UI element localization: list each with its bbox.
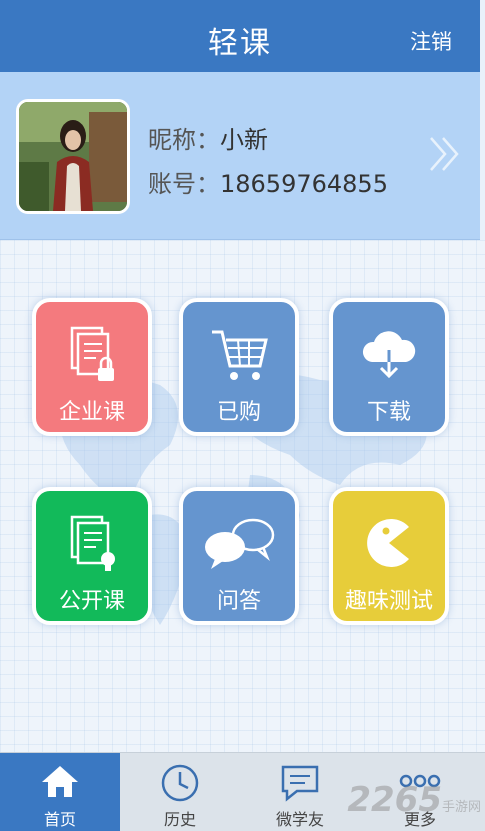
- account-label: 账号：: [148, 170, 220, 198]
- profile-card[interactable]: 昵称：小新 账号：18659764855: [0, 72, 480, 240]
- document-bulb-icon: [36, 513, 148, 573]
- bottom-nav: 首页 历史 微学友 更多: [0, 752, 485, 831]
- app-header: 轻课 注销: [0, 0, 480, 72]
- chat-bubbles-icon: [183, 513, 295, 573]
- tile-qa[interactable]: 问答: [179, 487, 299, 625]
- account-value: 18659764855: [220, 170, 388, 198]
- nav-label: 首页: [43, 810, 76, 829]
- nav-label: 更多: [403, 810, 436, 829]
- nav-item-history[interactable]: 历史: [120, 753, 240, 831]
- nav-item-home[interactable]: 首页: [0, 753, 120, 831]
- more-dots-icon: [360, 763, 480, 803]
- document-lock-icon: [36, 324, 148, 384]
- home-icon: [0, 763, 120, 803]
- page-title: 轻课: [208, 26, 272, 61]
- nickname-value: 小新: [220, 126, 268, 154]
- logout-button[interactable]: 注销: [410, 26, 452, 56]
- tile-download[interactable]: 下载: [329, 298, 449, 436]
- tile-label: 问答: [216, 589, 261, 614]
- tile-label: 下载: [366, 400, 411, 425]
- nickname-label: 昵称：: [148, 126, 220, 154]
- tile-purchased[interactable]: 已购: [179, 298, 299, 436]
- chevron-right-icon[interactable]: [428, 134, 462, 174]
- nav-label: 微学友: [275, 810, 324, 829]
- tile-public-course[interactable]: 公开课: [32, 487, 152, 625]
- nav-item-friends[interactable]: 微学友: [240, 753, 360, 831]
- tile-label: 已购: [216, 400, 261, 425]
- tile-enterprise-course[interactable]: 企业课: [32, 298, 152, 436]
- avatar: [16, 99, 130, 214]
- nickname-row: 昵称：小新: [148, 120, 268, 155]
- account-row: 账号：18659764855: [148, 164, 388, 199]
- clock-icon: [120, 763, 240, 803]
- pacman-icon: [333, 513, 445, 573]
- tile-fun-quiz[interactable]: 趣味测试: [329, 487, 449, 625]
- nav-label: 历史: [163, 810, 196, 829]
- cloud-download-icon: [333, 324, 445, 384]
- chat-icon: [240, 763, 360, 803]
- tile-label: 企业课: [58, 400, 125, 425]
- tile-label: 趣味测试: [344, 589, 433, 614]
- nav-item-more[interactable]: 更多: [360, 753, 480, 831]
- tile-label: 公开课: [58, 589, 125, 614]
- cart-icon: [183, 324, 295, 384]
